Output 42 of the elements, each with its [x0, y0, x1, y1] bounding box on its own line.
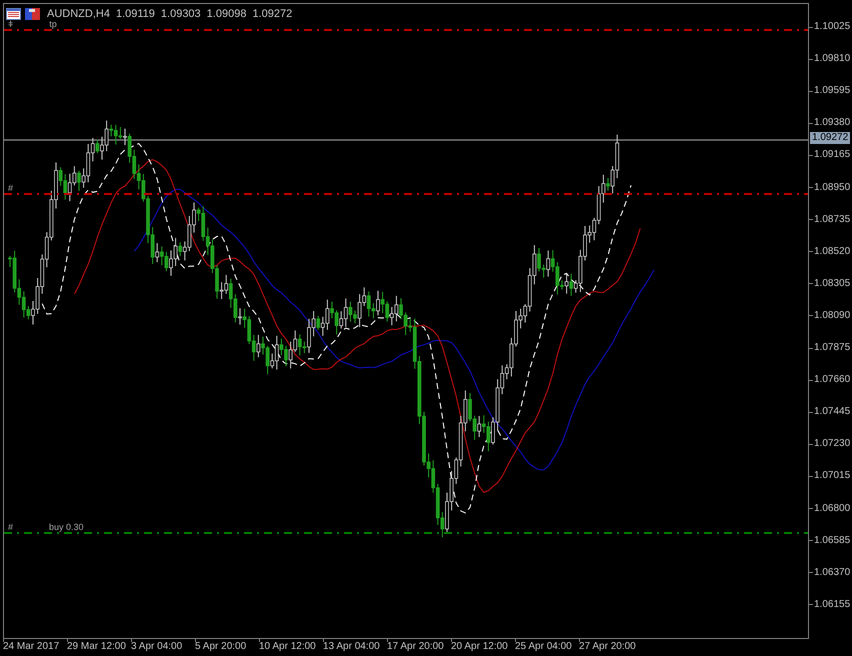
price-label: 1.10025 [814, 22, 850, 32]
time-label: 10 Apr 12:00 [259, 642, 316, 652]
current-price-badge: 1.09272 [810, 132, 850, 144]
time-label: 24 Mar 2017 [3, 642, 60, 652]
price-label: 1.08305 [814, 278, 850, 289]
chart-list-icon[interactable] [6, 8, 21, 20]
time-label: 25 Apr 04:00 [515, 642, 572, 652]
price-label: 1.07875 [814, 343, 850, 353]
ohlc-value: 1.09272 [252, 7, 292, 22]
level-marker: # [8, 184, 14, 193]
window-tiles-icon[interactable] [25, 8, 40, 20]
price-label: 1.06155 [814, 600, 850, 610]
price-label: 1.07230 [814, 439, 850, 450]
price-label: 1.06800 [814, 504, 850, 514]
ohlc-value: 1.09119 [116, 7, 155, 22]
price-label: 1.08950 [814, 182, 850, 192]
time-label: 17 Apr 20:00 [387, 642, 444, 652]
price-label: 1.09810 [814, 54, 850, 64]
time-label: 29 Mar 12:00 [67, 642, 126, 652]
time-label: 3 Apr 04:00 [131, 642, 182, 652]
time-label: 5 Apr 20:00 [195, 642, 246, 652]
time-label: 27 Apr 20:00 [579, 642, 636, 652]
price-label: 1.07015 [814, 471, 850, 482]
level-label: tp [49, 20, 57, 29]
price-label: 1.09380 [814, 118, 850, 128]
price-label: 1.09595 [814, 86, 850, 96]
price-label: 1.08735 [814, 214, 850, 225]
price-label: 1.07660 [814, 375, 850, 386]
symbol-label: AUDNZD,H4 [47, 8, 110, 20]
price-label: 1.06370 [814, 568, 850, 578]
time-label: 13 Apr 04:00 [323, 642, 380, 652]
level-label: buy 0.30 [49, 523, 84, 532]
price-label: 1.08090 [814, 310, 850, 321]
price-label: 1.06585 [814, 536, 850, 546]
price-label: 1.09165 [814, 150, 850, 160]
level-marker: # [8, 523, 14, 532]
price-label: 1.07445 [814, 407, 850, 418]
level-marker: ǂ [8, 20, 14, 29]
time-label: 20 Apr 12:00 [451, 642, 508, 652]
ohlc-value: 1.09098 [206, 7, 246, 22]
ohlc-value: 1.09303 [160, 7, 201, 22]
price-label: 1.08520 [814, 246, 850, 257]
